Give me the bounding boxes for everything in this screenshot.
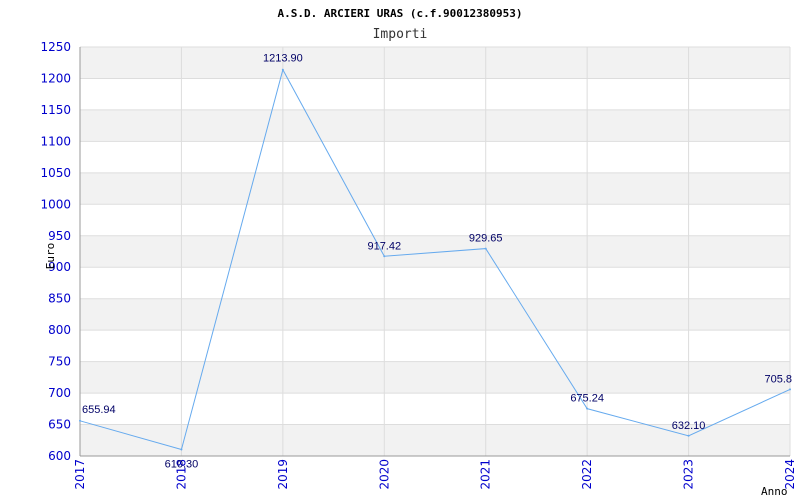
plot-band xyxy=(80,172,790,205)
data-point xyxy=(383,255,386,258)
x-tick-label: 2020 xyxy=(377,459,391,490)
plot-band xyxy=(80,267,790,299)
plot-band xyxy=(80,361,790,394)
x-axis-label: Anno xyxy=(761,485,788,498)
plot-band xyxy=(80,235,790,268)
chart-subtitle: Importi xyxy=(373,27,428,42)
chart: 6006507007508008509009501000105011001150… xyxy=(40,7,797,498)
x-tick-label: 2023 xyxy=(682,459,696,490)
y-axis-label: Euro xyxy=(44,243,57,270)
y-tick-label: 800 xyxy=(48,323,71,337)
plot-background-bands xyxy=(80,47,790,456)
data-point xyxy=(484,247,487,250)
data-label: 610.30 xyxy=(165,459,199,471)
x-tick-label: 2021 xyxy=(479,459,493,490)
data-label: 929.65 xyxy=(469,233,503,245)
plot-band xyxy=(80,47,790,79)
plot-band xyxy=(80,109,790,142)
y-tick-label: 850 xyxy=(48,292,71,306)
data-point xyxy=(79,419,81,422)
data-label: 705.8 xyxy=(764,373,792,385)
plot-band xyxy=(80,141,790,173)
data-label: 1213.90 xyxy=(263,53,303,65)
y-tick-label: 1050 xyxy=(40,166,71,180)
plot-band xyxy=(80,204,790,236)
y-tick-label: 1200 xyxy=(40,71,71,85)
y-tick-label: 600 xyxy=(48,449,71,463)
chart-title: A.S.D. ARCIERI URAS (c.f.90012380953) xyxy=(277,7,522,20)
data-label: 917.42 xyxy=(367,240,401,252)
y-tick-label: 1100 xyxy=(40,134,71,148)
y-tick-label: 1000 xyxy=(40,197,71,211)
y-tick-label: 700 xyxy=(48,386,71,400)
data-label: 655.94 xyxy=(82,404,116,416)
y-tick-label: 650 xyxy=(48,418,71,432)
x-tick-label: 2019 xyxy=(276,459,290,490)
data-point xyxy=(789,388,791,391)
plot-band xyxy=(80,298,790,331)
data-point xyxy=(687,434,690,437)
x-tick-label: 2017 xyxy=(73,459,87,490)
data-point xyxy=(281,68,284,71)
plot-band xyxy=(80,330,790,362)
plot-band xyxy=(80,78,790,110)
data-point xyxy=(180,448,183,451)
y-tick-label: 1250 xyxy=(40,40,71,54)
data-point xyxy=(586,407,589,410)
y-tick-label: 750 xyxy=(48,355,71,369)
y-tick-label: 1150 xyxy=(40,103,71,117)
x-tick-label: 2022 xyxy=(580,459,594,490)
y-tick-label: 950 xyxy=(48,229,71,243)
data-label: 675.24 xyxy=(570,393,604,405)
data-label: 632.10 xyxy=(672,420,706,432)
